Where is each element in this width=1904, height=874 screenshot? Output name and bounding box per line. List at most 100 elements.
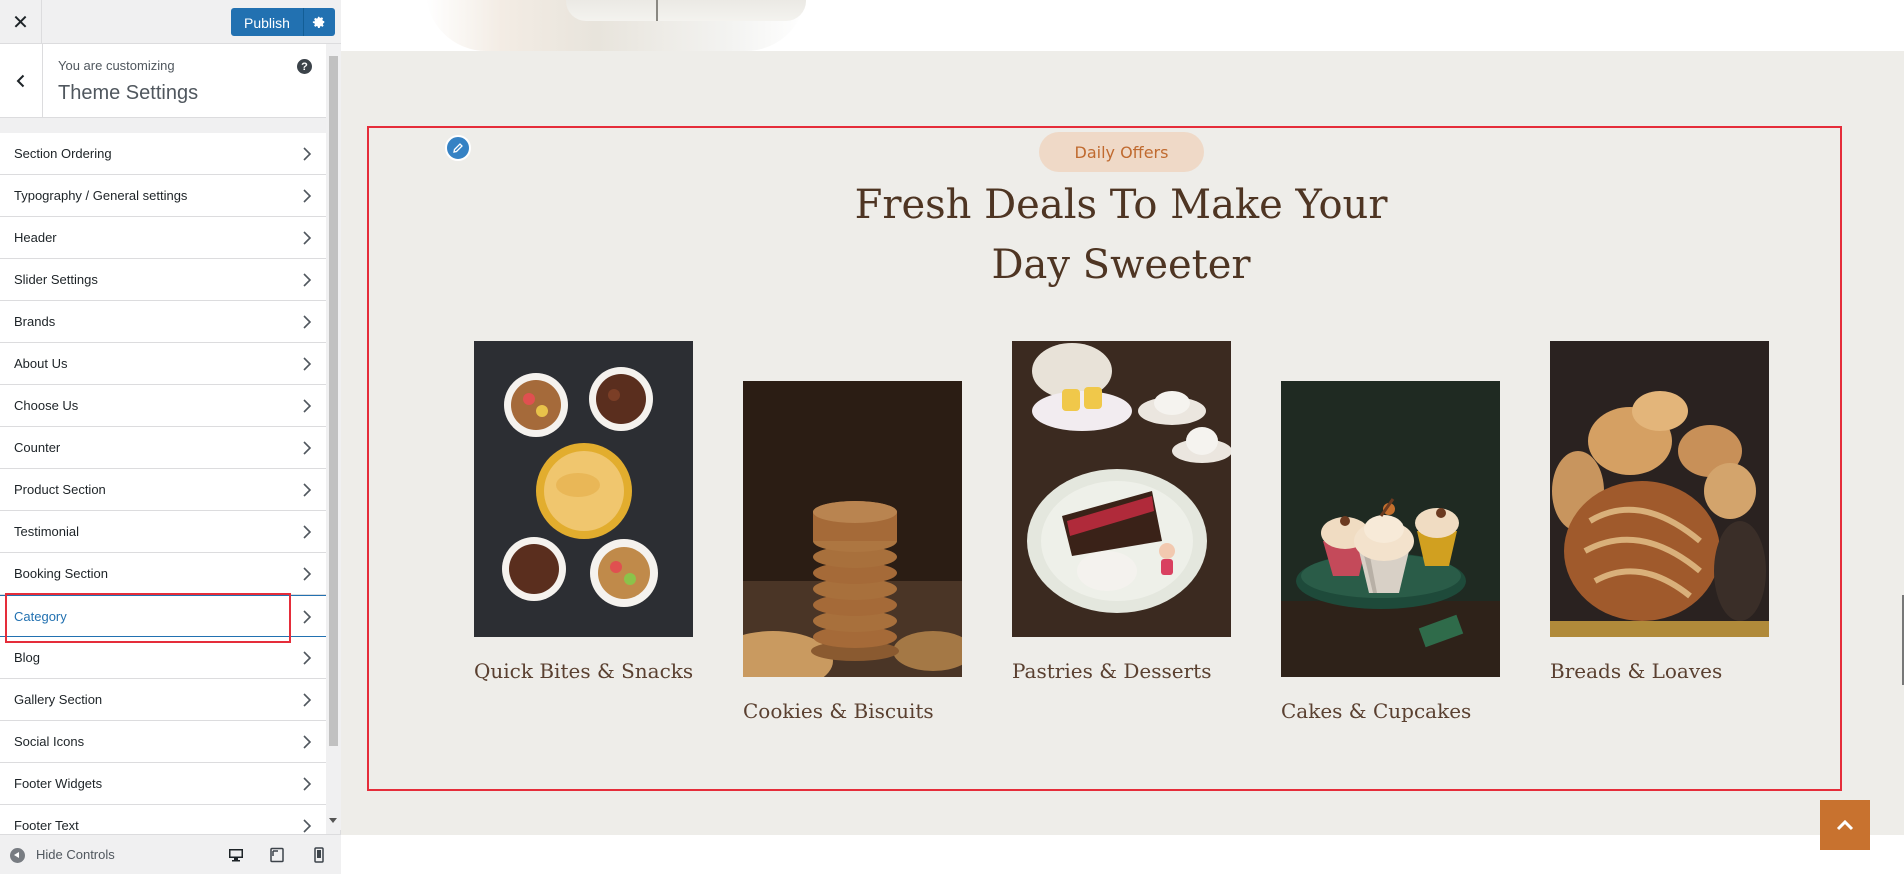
menu-item-choose-us[interactable]: Choose Us <box>0 385 326 427</box>
chevron-right-icon <box>303 399 312 413</box>
menu-item-slider-settings[interactable]: Slider Settings <box>0 259 326 301</box>
category-card[interactable]: Pastries & Desserts <box>1012 341 1231 683</box>
tablet-preview-button[interactable] <box>268 846 286 864</box>
customizer-header: ✕ Publish <box>0 0 341 44</box>
chevron-right-icon <box>303 610 312 624</box>
menu-item-label: Slider Settings <box>14 272 98 287</box>
desktop-icon <box>229 849 243 862</box>
section-heading-line-1: Fresh Deals To Make Your <box>854 182 1388 228</box>
publish-settings-button[interactable] <box>302 8 335 36</box>
site-preview: Daily Offers Fresh Deals To Make Your Da… <box>341 0 1904 874</box>
help-icon[interactable]: ? <box>297 59 312 74</box>
scroll-to-top-button[interactable] <box>1820 800 1870 850</box>
menu-item-label: Gallery Section <box>14 692 103 707</box>
menu-item-label: Counter <box>14 440 61 455</box>
next-section-strip <box>341 835 1904 874</box>
chevron-right-icon <box>303 357 312 371</box>
category-card[interactable]: Breads & Loaves <box>1550 341 1769 683</box>
menu-item-label: Product Section <box>14 482 106 497</box>
customizer-footer: Hide Controls <box>0 834 341 874</box>
desktop-preview-button[interactable] <box>227 846 245 864</box>
close-icon: ✕ <box>12 11 29 34</box>
mobile-icon <box>314 847 324 863</box>
publish-button[interactable]: Publish <box>231 8 303 36</box>
back-button[interactable] <box>0 44 43 118</box>
panel-subtitle: You are customizing <box>58 58 175 73</box>
menu-item-label: Choose Us <box>14 398 79 413</box>
menu-item-about-us[interactable]: About Us <box>0 343 326 385</box>
menu-item-label: About Us <box>14 356 68 371</box>
chevron-right-icon <box>303 819 312 833</box>
panel-title: Theme Settings <box>58 82 199 104</box>
category-card[interactable]: Quick Bites & Snacks <box>474 341 693 683</box>
panel-info: You are customizing Theme Settings ? <box>0 44 326 118</box>
hide-controls-button[interactable]: Hide Controls <box>36 847 115 862</box>
category-image-snacks[interactable] <box>474 341 693 637</box>
menu-item-label: Typography / General settings <box>14 188 188 203</box>
pencil-icon <box>453 143 463 153</box>
category-title[interactable]: Cookies & Biscuits <box>743 699 962 723</box>
menu-item-section-ordering[interactable]: Section Ordering <box>0 133 326 175</box>
menu-item-label: Blog <box>14 650 41 665</box>
menu-item-typography[interactable]: Typography / General settings <box>0 175 326 217</box>
category-section: Daily Offers Fresh Deals To Make Your Da… <box>341 51 1904 835</box>
chevron-right-icon <box>303 483 312 497</box>
menu-item-label: Footer Text <box>14 818 79 833</box>
chevron-right-icon <box>303 777 312 791</box>
chevron-left-icon <box>16 74 25 88</box>
category-title[interactable]: Cakes & Cupcakes <box>1281 699 1500 723</box>
category-image-breads[interactable] <box>1550 341 1769 637</box>
daily-offers-badge: Daily Offers <box>1039 132 1204 172</box>
scroll-down-icon[interactable] <box>329 818 337 823</box>
category-image-cakes[interactable] <box>1281 381 1500 677</box>
chevron-right-icon <box>303 567 312 581</box>
category-image-cookies[interactable] <box>743 381 962 677</box>
menu-item-label: Testimonial <box>14 524 80 539</box>
menu-item-footer-widgets[interactable]: Footer Widgets <box>0 763 326 805</box>
section-menu: Section Ordering Typography / General se… <box>0 133 326 847</box>
menu-item-product-section[interactable]: Product Section <box>0 469 326 511</box>
menu-item-category[interactable]: Category <box>0 595 326 637</box>
publish-group: Publish <box>231 8 335 36</box>
menu-item-testimonial[interactable]: Testimonial <box>0 511 326 553</box>
chevron-right-icon <box>303 231 312 245</box>
category-title[interactable]: Quick Bites & Snacks <box>474 659 693 683</box>
category-title[interactable]: Pastries & Desserts <box>1012 659 1231 683</box>
customizer-sidebar: ✕ Publish You are customizing Theme Sett… <box>0 0 341 874</box>
close-customizer-button[interactable]: ✕ <box>0 0 42 44</box>
menu-item-label: Category <box>14 608 67 624</box>
chef-jacket-seam <box>656 0 658 21</box>
hero-bottom-strip <box>341 0 1904 51</box>
collapse-icon[interactable] <box>10 848 25 863</box>
menu-item-blog[interactable]: Blog <box>0 637 326 679</box>
chevron-right-icon <box>303 315 312 329</box>
menu-item-label: Header <box>14 230 57 245</box>
menu-item-booking-section[interactable]: Booking Section <box>0 553 326 595</box>
mobile-preview-button[interactable] <box>310 846 328 864</box>
menu-item-header[interactable]: Header <box>0 217 326 259</box>
sidebar-scrollbar[interactable] <box>326 44 341 830</box>
menu-item-social-icons[interactable]: Social Icons <box>0 721 326 763</box>
chevron-right-icon <box>303 189 312 203</box>
chevron-right-icon <box>303 651 312 665</box>
menu-item-label: Footer Widgets <box>14 776 103 791</box>
tablet-icon <box>270 847 284 863</box>
menu-item-label: Social Icons <box>14 734 85 749</box>
section-heading-line-2: Day Sweeter <box>991 242 1251 288</box>
menu-item-brands[interactable]: Brands <box>0 301 326 343</box>
menu-item-label: Section Ordering <box>14 146 112 161</box>
gear-icon <box>313 16 325 29</box>
category-image-pastries[interactable] <box>1012 341 1231 637</box>
menu-item-label: Brands <box>14 314 56 329</box>
category-card[interactable]: Cakes & Cupcakes <box>1281 381 1500 723</box>
menu-item-counter[interactable]: Counter <box>0 427 326 469</box>
category-title[interactable]: Breads & Loaves <box>1550 659 1769 683</box>
edit-shortcut-button[interactable] <box>445 135 471 161</box>
chevron-right-icon <box>303 273 312 287</box>
category-card[interactable]: Cookies & Biscuits <box>743 381 962 723</box>
chevron-right-icon <box>303 693 312 707</box>
chevron-right-icon <box>303 525 312 539</box>
scrollbar-thumb[interactable] <box>329 56 338 746</box>
section-heading: Fresh Deals To Make Your Day Sweeter <box>821 175 1421 295</box>
menu-item-gallery-section[interactable]: Gallery Section <box>0 679 326 721</box>
